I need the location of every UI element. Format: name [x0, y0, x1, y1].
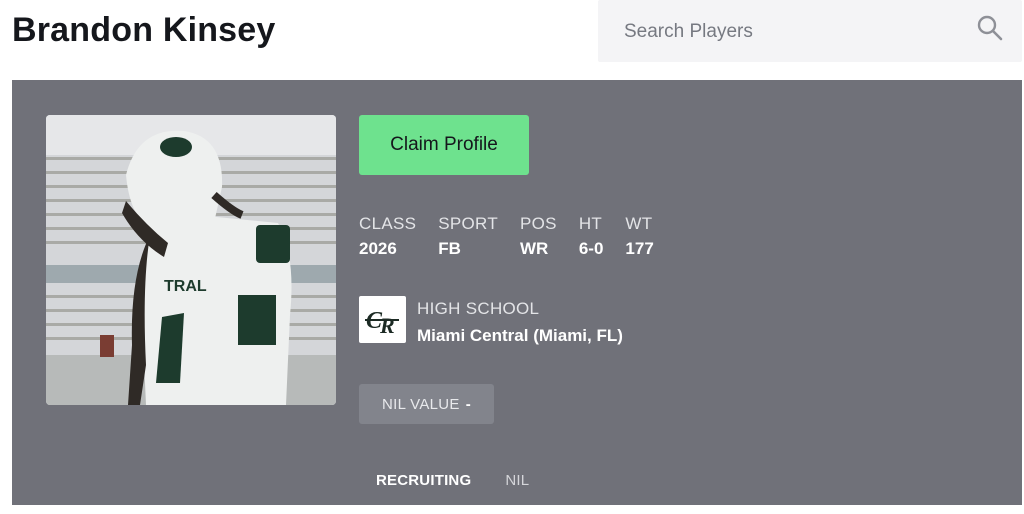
school-label: HIGH SCHOOL	[417, 299, 540, 318]
tab-recruiting[interactable]: RECRUITING	[359, 466, 489, 514]
nil-value-badge: NIL VALUE -	[359, 384, 494, 424]
stat-value: 6-0	[578, 239, 604, 258]
search-icon[interactable]	[976, 14, 1004, 42]
stat-value: FB	[438, 239, 461, 258]
school-logo-icon[interactable]: C R	[359, 296, 406, 343]
stat-label: WT	[625, 214, 653, 233]
claim-profile-button[interactable]: Claim Profile	[359, 115, 529, 175]
stat-label: SPORT	[438, 214, 499, 233]
stat-sport: SPORT FB	[438, 212, 498, 262]
school-name[interactable]: Miami Central (Miami, FL)	[417, 323, 623, 349]
stat-value: 177	[625, 239, 654, 258]
stat-label: HT	[578, 214, 603, 233]
profile-panel: TRAL Claim Profile CLASS 2026 SPORT FB P…	[12, 80, 1022, 514]
page-title: Brandon Kinsey	[12, 11, 276, 49]
player-stats: CLASS 2026 SPORT FB POS WR HT 6-0 WT 177	[359, 212, 676, 262]
tab-nil[interactable]: NIL	[488, 466, 546, 505]
nil-value: -	[465, 395, 472, 413]
stat-value: 2026	[359, 239, 397, 258]
stat-class: CLASS 2026	[359, 212, 416, 262]
stat-label: POS	[520, 214, 557, 233]
search-box[interactable]	[598, 0, 1022, 62]
profile-tabs: RECRUITING NIL	[359, 466, 546, 514]
stat-pos: POS WR	[520, 212, 557, 262]
stat-label: CLASS	[359, 214, 417, 233]
stat-value: WR	[520, 239, 549, 258]
stat-ht: HT 6-0	[579, 212, 604, 262]
stat-wt: WT 177	[625, 212, 653, 262]
svg-text:R: R	[379, 313, 395, 338]
player-photo-image: TRAL	[46, 115, 336, 405]
search-input[interactable]	[622, 14, 966, 50]
nil-label: NIL VALUE	[381, 395, 460, 413]
svg-text:TRAL: TRAL	[164, 278, 207, 295]
player-photo: TRAL	[46, 115, 336, 405]
